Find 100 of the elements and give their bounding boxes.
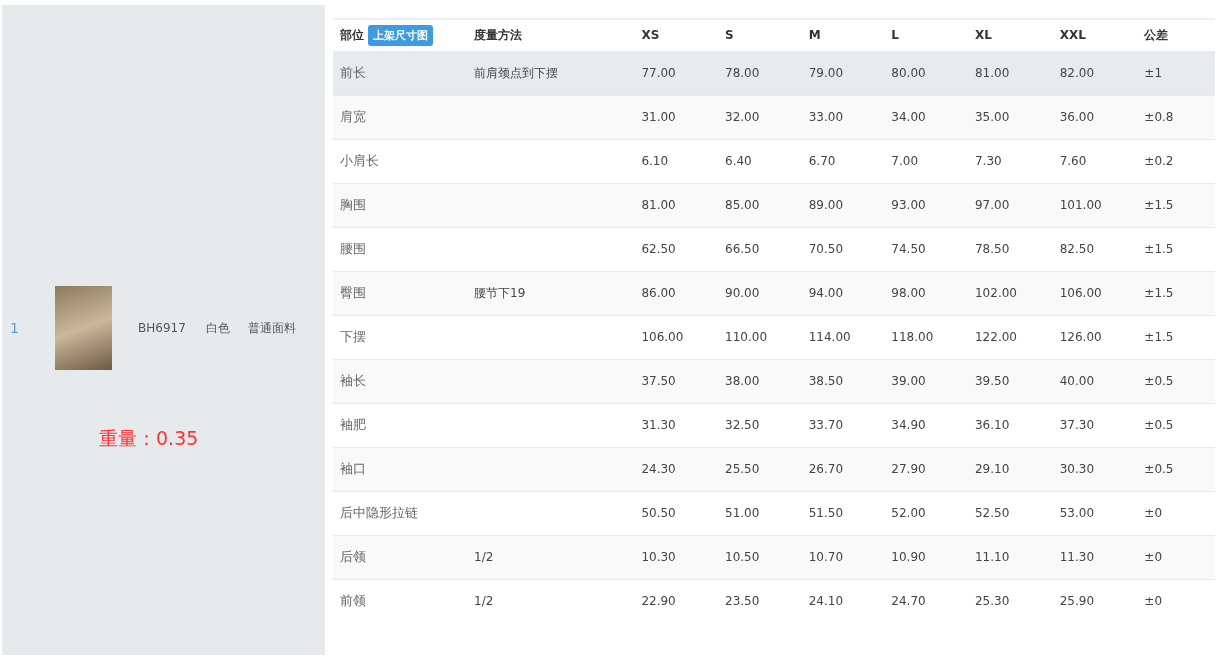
table-cell: 32.50: [725, 418, 760, 432]
table-cell: 118.00: [891, 330, 934, 344]
table-cell: 后领: [340, 549, 366, 564]
table-cell: 82.50: [1059, 242, 1094, 256]
color-label: 白色: [205, 319, 230, 337]
column-header: L: [891, 28, 899, 43]
table-cell: ±0.5: [1144, 418, 1174, 432]
table-cell: 51.00: [725, 506, 760, 520]
table-cell: 袖长: [340, 373, 366, 388]
table-cell: ±1.5: [1144, 198, 1174, 212]
table-cell: 79.00: [808, 66, 844, 80]
table-cell: ±0.8: [1144, 110, 1174, 124]
table-cell: 35.00: [975, 110, 1010, 124]
table-cell: ±1.5: [1144, 330, 1174, 344]
table-cell: 101.00: [1059, 198, 1102, 212]
table-cell: 38.50: [808, 374, 844, 388]
table-cell: 7.00: [891, 154, 919, 168]
table-cell: 1/2: [474, 594, 494, 608]
table-cell: 53.00: [1059, 506, 1094, 520]
table-cell: ±0.5: [1144, 374, 1174, 388]
table-cell: 25.90: [1059, 594, 1094, 608]
table-cell: 37.50: [641, 374, 676, 388]
table-cell: 93.00: [891, 198, 926, 212]
table-cell: 6.70: [808, 154, 836, 168]
table-cell: 98.00: [891, 286, 926, 300]
table-cell: 32.00: [725, 110, 760, 124]
table-cell: 34.90: [891, 418, 926, 432]
table-cell: 34.00: [891, 110, 926, 124]
table-cell: 52.50: [975, 506, 1010, 520]
table-cell: 27.90: [891, 462, 926, 476]
table-cell: 74.50: [891, 242, 926, 256]
product-code: BH6917: [138, 321, 186, 335]
table-cell: ±0.2: [1144, 154, 1174, 168]
table-cell: ±0: [1144, 506, 1163, 520]
table-cell: 106.00: [1059, 286, 1102, 300]
table-cell: 腰节下19: [474, 285, 526, 300]
table-cell: 85.00: [725, 198, 760, 212]
table-cell: ±0.5: [1144, 462, 1174, 476]
column-header: XS: [641, 28, 660, 43]
table-cell: 62.50: [641, 242, 676, 256]
table-cell: 51.50: [808, 506, 844, 520]
table-cell: 6.10: [641, 154, 669, 168]
table-cell: 77.00: [641, 66, 676, 80]
table-cell: 29.10: [975, 462, 1010, 476]
table-cell: 腰围: [340, 241, 366, 256]
table-cell: 31.30: [641, 418, 676, 432]
table-cell: 袖口: [340, 461, 366, 476]
table-cell: 78.50: [975, 242, 1010, 256]
table-cell: 10.30: [641, 550, 676, 564]
table-cell: 122.00: [975, 330, 1017, 344]
table-cell: 66.50: [725, 242, 760, 256]
table-cell: 90.00: [725, 286, 760, 300]
table-cell: 97.00: [975, 198, 1010, 212]
table-cell: 86.00: [641, 286, 676, 300]
table-cell: 臀围: [340, 285, 366, 300]
table-cell: 22.90: [641, 594, 676, 608]
table-cell: 70.50: [808, 242, 844, 256]
table-cell: 11.10: [975, 550, 1010, 564]
table-cell: 后中隐形拉链: [340, 505, 418, 520]
table-cell: 52.00: [891, 506, 926, 520]
weight-label: 重量：0.35: [99, 426, 200, 451]
table-cell: 78.00: [725, 66, 760, 80]
table-cell: 10.50: [725, 550, 760, 564]
table-cell: 肩宽: [340, 109, 366, 124]
table-cell: 33.00: [808, 110, 844, 124]
table-cell: 126.00: [1059, 330, 1102, 344]
table-cell: 50.50: [641, 506, 676, 520]
fabric-label: 普通面料: [247, 319, 296, 337]
table-cell: 82.00: [1059, 66, 1094, 80]
table-cell: 39.00: [891, 374, 926, 388]
table-cell: 小肩长: [340, 153, 379, 168]
table-cell: 24.70: [891, 594, 926, 608]
table-cell: 36.00: [1059, 110, 1094, 124]
row-number: 1: [10, 320, 20, 336]
column-header: 公差: [1144, 27, 1169, 42]
column-header: 部位: [340, 27, 364, 42]
table-cell: 11.30: [1059, 550, 1094, 564]
table-cell: 24.30: [641, 462, 676, 476]
table-cell: 114.00: [808, 330, 851, 344]
table-cell: 23.50: [725, 594, 760, 608]
table-cell: 89.00: [808, 198, 844, 212]
table-cell: 102.00: [975, 286, 1017, 300]
table-cell: 81.00: [641, 198, 676, 212]
table-cell: 10.90: [891, 550, 926, 564]
table-cell: 7.60: [1059, 154, 1087, 168]
table-cell: 胸围: [340, 197, 366, 212]
table-cell: 26.70: [808, 462, 844, 476]
size-chart-button[interactable]: 上架尺寸图: [368, 24, 433, 46]
table-cell: ±1.5: [1144, 242, 1174, 256]
table-cell: 前长: [340, 65, 366, 80]
table-cell: ±1.5: [1144, 286, 1174, 300]
table-cell: 24.10: [808, 594, 844, 608]
table-cell: 7.30: [975, 154, 1002, 168]
table-cell: 33.70: [808, 418, 844, 432]
column-header: S: [725, 28, 734, 43]
table-cell: 106.00: [641, 330, 684, 344]
table-cell: 37.30: [1059, 418, 1094, 432]
table-cell: 25.50: [725, 462, 760, 476]
table-cell: 81.00: [975, 66, 1010, 80]
table-cell: 下摆: [340, 329, 366, 344]
